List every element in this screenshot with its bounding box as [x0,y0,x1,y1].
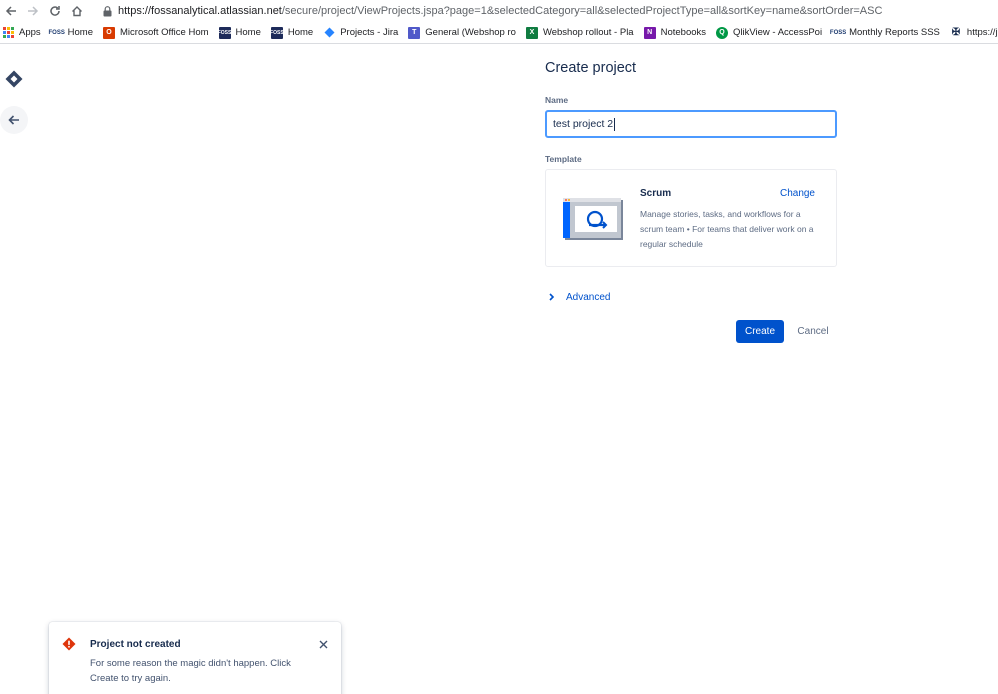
bookmark-office[interactable]: O Microsoft Office Hom [103,26,209,39]
bookmark-label: Notebooks [660,27,707,38]
jira-icon [323,27,335,39]
url-host: https://fossanalytical.atlassian.net [118,5,282,17]
flag-message: For some reason the magic didn't happen.… [90,658,291,684]
bookmark-label: General (Webshop ro [425,27,516,38]
bookmark-monthly-reports[interactable]: FOSS Monthly Reports SSS [829,27,940,39]
project-name-value: test project 2 [553,118,614,130]
bookmark-label: Webshop rollout - Pla [542,27,634,38]
project-name-input[interactable]: test project 2 [545,110,837,138]
bookmark-jira-valt[interactable]: ✠ https://jira.valt [950,27,998,39]
bookmark-jira[interactable]: Projects - Jira [323,27,398,39]
onenote-icon: N [643,26,656,39]
bookmark-label: Home [235,27,261,38]
office-icon: O [103,26,115,39]
create-button[interactable]: Create [736,320,784,343]
bookmarks-bar: Apps FOSS Home O Microsoft Office Hom FOSS… [0,22,998,44]
advanced-toggle[interactable]: Advanced [545,290,839,304]
cancel-button[interactable]: Cancel [789,320,837,343]
bookmark-home-3[interactable]: FOSS Home [270,26,314,39]
bookmark-teams[interactable]: T General (Webshop ro [408,26,516,39]
foss-icon: FOSS [829,29,847,36]
template-description: Manage stories, tasks, and workflows for… [640,209,814,249]
error-flag: Project not created For some reason the … [49,622,341,694]
bookmark-home-1[interactable]: FOSS Home [48,27,93,39]
bookmark-label: https://jira.valt [966,27,998,38]
bookmark-label: Monthly Reports SSS [849,27,940,38]
close-icon[interactable] [317,638,329,650]
template-label: Template [545,154,582,164]
back-button[interactable] [0,106,28,134]
form-actions: Create Cancel [545,320,837,343]
bookmark-label: QlikView - AccessPoi [733,27,823,38]
jira-logo-icon[interactable] [5,70,23,88]
back-arrow-icon[interactable] [0,0,22,22]
bookmark-qlik[interactable]: Q QlikView - AccessPoi [716,26,823,39]
home-icon[interactable] [66,0,88,22]
bookmark-home-2[interactable]: FOSS Home [218,26,261,39]
chevron-right-icon [547,292,557,302]
forward-arrow-icon[interactable] [22,0,44,22]
teams-icon: T [408,26,421,39]
apps-grid-icon [2,27,14,39]
advanced-label: Advanced [566,291,611,303]
bookmark-onenote[interactable]: N Notebooks [643,26,707,39]
address-bar[interactable]: https://fossanalytical.atlassian.net/sec… [118,5,882,17]
arrow-left-icon [8,115,19,125]
browser-toolbar: https://fossanalytical.atlassian.net/sec… [0,0,998,22]
page-title: Create project [545,60,637,76]
reload-icon[interactable] [44,0,66,22]
flag-title: Project not created [90,639,181,650]
text-caret [614,117,616,131]
foss-dark-icon: FOSS [270,26,284,39]
bookmark-label: Home [67,27,93,38]
url-path: /secure/project/ViewProjects.jspa?page=1… [281,5,883,17]
qlik-icon: Q [716,26,729,39]
app-root: https://fossanalytical.atlassian.net/sec… [0,0,998,694]
scrum-template-icon [563,198,623,240]
bookmark-label: Microsoft Office Hom [120,27,209,38]
bookmark-apps[interactable]: Apps [2,27,41,39]
template-name: Scrum [640,188,672,199]
lock-icon [102,5,112,17]
bookmark-label: Home [287,27,314,38]
bookmark-planner[interactable]: X Webshop rollout - Pla [525,26,634,39]
bookmark-label: Projects - Jira [340,27,399,38]
name-label: Name [545,95,569,105]
foss-dark-icon: FOSS [218,26,231,39]
create-project-form: Create project Name test project 2 Templ… [545,58,839,343]
error-icon [62,637,76,651]
planner-icon: X [525,26,538,39]
valt-icon: ✠ [951,27,961,38]
foss-icon: FOSS [48,29,65,36]
template-card: Scrum Change Manage stories, tasks, and … [545,169,837,267]
change-template-link[interactable]: Change [780,188,815,199]
bookmark-label: Apps [19,27,41,38]
